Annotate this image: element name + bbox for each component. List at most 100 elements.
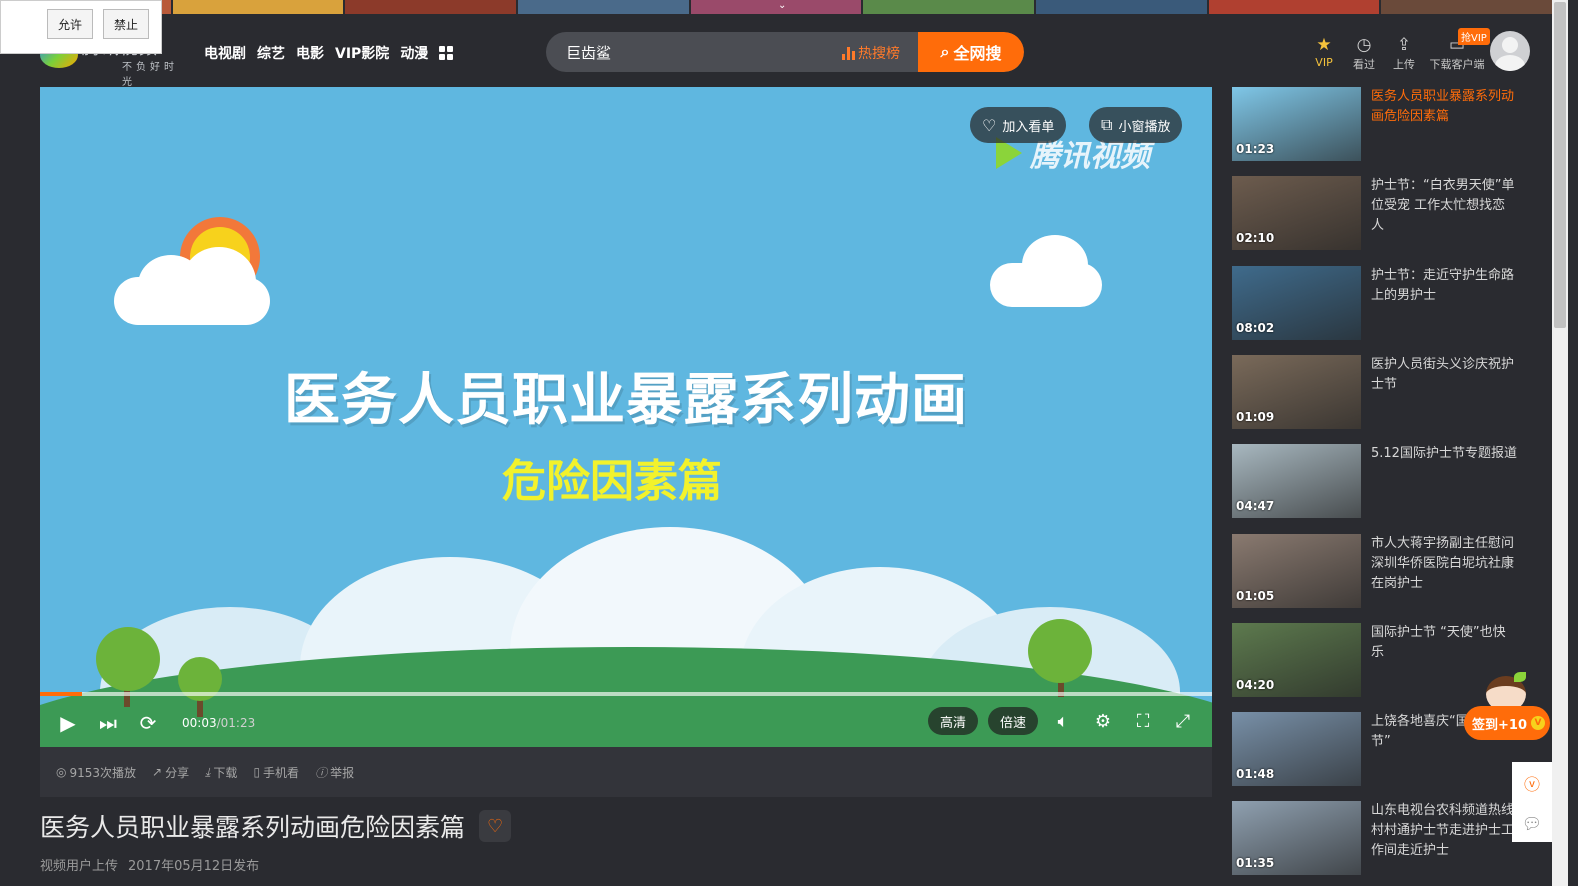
related-video-item[interactable]: 01:23 医务人员职业暴露系列动画危险因素篇: [1232, 87, 1532, 161]
progress-bar[interactable]: [40, 692, 1212, 696]
share-button[interactable]: ↗ 分享: [152, 764, 189, 781]
play-icon[interactable]: ▶: [48, 711, 88, 735]
related-video-thumbnail[interactable]: 01:48: [1232, 712, 1361, 787]
related-video-title[interactable]: 护士节：走近守护生命路上的男护士: [1371, 266, 1517, 306]
external-window-icon: ⧉: [1101, 115, 1113, 134]
phone-icon: ▯: [253, 765, 261, 779]
search-button[interactable]: ⌕ 全网搜: [918, 32, 1024, 72]
history-button[interactable]: ◷ 看过: [1344, 34, 1384, 72]
feedback-chat-icon[interactable]: 💬︎: [1522, 814, 1542, 833]
mini-window-button[interactable]: ⧉ 小窗播放: [1089, 107, 1183, 143]
related-video-title[interactable]: 市人大蒋宇扬副主任慰问深圳华侨医院白坭坑社康在岗护士: [1371, 534, 1517, 594]
related-video-item[interactable]: 02:10 护士节：“白衣男天使”单位受宠 工作太忙想找恋人: [1232, 176, 1532, 251]
video-player[interactable]: 医务人员职业暴露系列动画 危险因素篇 腾讯视频 ♡ 加入看单 ⧉ 小窗播放 ▶ …: [40, 87, 1212, 747]
mobile-watch-button[interactable]: ▯ 手机看: [253, 764, 299, 781]
main-nav: 电视剧 综艺 电影 VIP影院 动漫: [204, 43, 454, 63]
next-icon[interactable]: ⏭: [88, 711, 128, 735]
video-duration: 02:10: [1236, 231, 1275, 246]
play-count-icon: ◎: [56, 765, 67, 779]
video-action-bar: ◎ 9153次播放 ↗ 分享 ⤓ 下载 ▯ 手机看 ⓘ 举报: [40, 747, 1212, 797]
related-video-thumbnail[interactable]: 08:02: [1232, 265, 1361, 340]
tree-illustration: [1028, 619, 1092, 683]
deny-button[interactable]: 禁止: [103, 9, 150, 39]
video-meta: 视频用户上传 2017年05月12日发布: [40, 855, 259, 874]
vip-button[interactable]: ★ VIP: [1304, 34, 1344, 72]
video-duration: 04:47: [1236, 499, 1275, 514]
video-frame-title: 医务人员职业暴露系列动画: [284, 368, 968, 433]
history-label: 看过: [1353, 58, 1375, 71]
download-client-button[interactable]: ▭ 下载客户端 抢VIP: [1424, 28, 1490, 72]
page-scrollbar[interactable]: [1552, 0, 1568, 886]
video-duration: 01:48: [1236, 767, 1275, 782]
heart-plus-icon[interactable]: ♡: [479, 810, 512, 842]
permission-popup: 允许 禁止: [0, 0, 162, 54]
related-video-thumbnail[interactable]: 04:47: [1232, 444, 1361, 519]
nav-item-vip-cinema[interactable]: VIP影院: [335, 43, 389, 63]
vip-label: VIP: [1315, 56, 1333, 69]
nav-item-variety[interactable]: 综艺: [257, 43, 285, 63]
add-to-watchlist-button[interactable]: ♡ 加入看单: [970, 107, 1067, 143]
sign-in-bonus-button[interactable]: 签到+10 V: [1464, 706, 1550, 740]
hot-chart-icon: [842, 46, 855, 60]
share-icon: ↗: [152, 765, 163, 779]
nav-item-anime[interactable]: 动漫: [400, 43, 428, 63]
settings-icon[interactable]: ⚙: [1088, 711, 1118, 732]
publish-date: 2017年05月12日发布: [128, 859, 260, 874]
related-video-title[interactable]: 医护人员街头义诊庆祝护士节: [1371, 355, 1517, 395]
related-video-thumbnail[interactable]: 01:09: [1232, 354, 1361, 429]
vip-coin-icon: V: [1530, 716, 1545, 730]
grid-menu-icon[interactable]: [439, 46, 454, 60]
related-video-title[interactable]: 护士节：“白衣男天使”单位受宠 工作太忙想找恋人: [1371, 176, 1517, 236]
sign-in-label: 签到+10: [1472, 717, 1527, 733]
related-video-thumbnail[interactable]: 01:23: [1232, 87, 1361, 161]
loop-icon[interactable]: ⟳: [128, 711, 168, 735]
web-fullscreen-icon[interactable]: ⛶: [1128, 711, 1158, 732]
related-video-item[interactable]: 01:05 市人大蒋宇扬副主任慰问深圳华侨医院白坭坑社康在岗护士: [1232, 533, 1532, 608]
related-video-title[interactable]: 医务人员职业暴露系列动画危险因素篇: [1371, 87, 1517, 127]
upload-button[interactable]: ⇪ 上传: [1384, 34, 1424, 72]
speed-button[interactable]: 倍速: [987, 707, 1038, 735]
info-icon: ⓘ: [315, 765, 328, 780]
download-button[interactable]: ⤓ 下载: [205, 764, 237, 781]
nav-item-tv[interactable]: 电视剧: [204, 43, 246, 63]
video-duration: 01:35: [1236, 856, 1275, 871]
search-input[interactable]: [546, 32, 836, 72]
related-video-item[interactable]: 01:35 山东电视台农科频道热线村村通护士节走进护士工作间走近护士: [1232, 801, 1532, 876]
hot-search-link[interactable]: 热搜榜: [842, 43, 900, 63]
chevron-down-icon[interactable]: ⌄: [778, 0, 786, 11]
related-video-thumbnail[interactable]: 01:35: [1232, 801, 1361, 876]
related-video-item[interactable]: 08:02 护士节：走近守护生命路上的男护士: [1232, 265, 1532, 340]
quality-button[interactable]: 高清: [927, 707, 978, 735]
related-video-thumbnail[interactable]: 04:20: [1232, 622, 1361, 697]
video-frame-subtitle: 危险因素篇: [502, 456, 722, 507]
fullscreen-icon[interactable]: ⤢: [1168, 711, 1198, 732]
floating-side-tools: ⓥ 💬︎: [1512, 762, 1552, 842]
user-avatar[interactable]: [1490, 31, 1530, 71]
related-video-thumbnail[interactable]: 02:10: [1232, 176, 1361, 251]
uploader: 视频用户上传: [40, 859, 119, 874]
volume-icon[interactable]: 🔈︎: [1048, 711, 1078, 732]
nav-item-movie[interactable]: 电影: [296, 43, 324, 63]
video-duration: 08:02: [1236, 320, 1275, 335]
crown-icon: ★: [1316, 35, 1332, 55]
mini-window-label: 小窗播放: [1118, 119, 1171, 135]
video-duration: 01:05: [1236, 588, 1275, 603]
upload-label: 上传: [1393, 58, 1415, 71]
video-title-row: 医务人员职业暴露系列动画危险因素篇 ♡: [40, 808, 512, 844]
related-video-item[interactable]: 01:09 医护人员街头义诊庆祝护士节: [1232, 354, 1532, 429]
search-icon: ⌕: [940, 42, 950, 61]
vip-promo-badge[interactable]: 抢VIP: [1458, 28, 1490, 45]
search-button-label: 全网搜: [953, 44, 1002, 63]
related-video-title[interactable]: 山东电视台农科频道热线村村通护士节走进护士工作间走近护士: [1371, 801, 1517, 861]
vip-circle-icon[interactable]: ⓥ: [1524, 771, 1540, 795]
scrollbar-thumb[interactable]: [1554, 2, 1566, 328]
time-display: 00:03/01:23: [182, 716, 255, 730]
video-duration: 01:23: [1236, 142, 1275, 156]
related-video-title[interactable]: 5.12国际护士节专题报道: [1371, 444, 1517, 464]
related-video-item[interactable]: 04:47 5.12国际护士节专题报道: [1232, 444, 1532, 519]
player-controls: ▶ ⏭ ⟳ 00:03/01:23 高清 倍速 🔈︎ ⚙ ⛶ ⤢: [40, 699, 1212, 747]
related-video-thumbnail[interactable]: 01:05: [1232, 533, 1361, 608]
related-video-title[interactable]: 国际护士节 “天使”也快乐: [1371, 623, 1517, 663]
report-button[interactable]: ⓘ 举报: [315, 764, 354, 781]
allow-button[interactable]: 允许: [47, 9, 94, 39]
